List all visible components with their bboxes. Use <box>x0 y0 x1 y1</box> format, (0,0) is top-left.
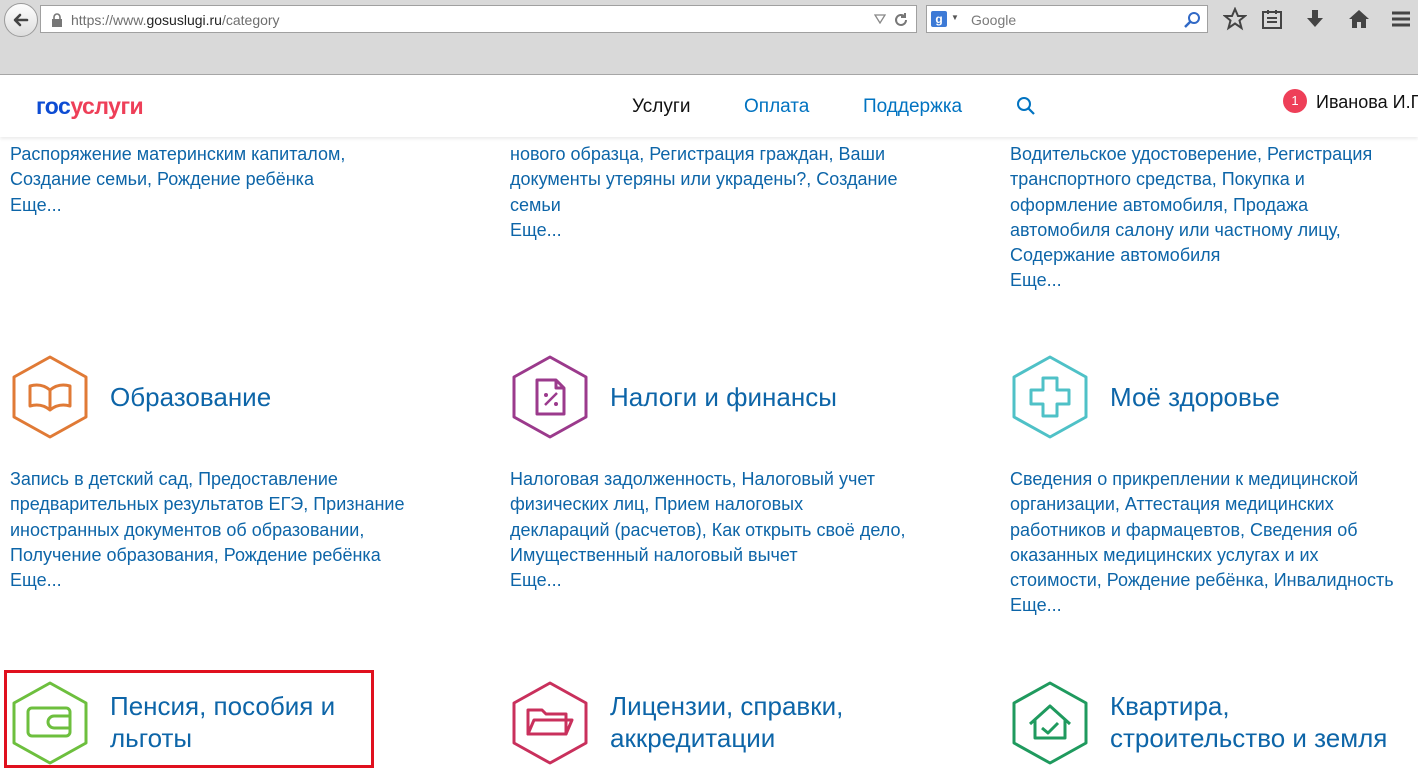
service-link[interactable]: иностранных документов об образовании, <box>10 518 404 543</box>
tax-document-icon[interactable] <box>510 354 590 440</box>
service-link[interactable]: Сведения о прикреплении к медицинской <box>1010 467 1394 492</box>
address-bar[interactable]: https://www.gosuslugi.ru/category <box>40 5 917 33</box>
title-line: Квартира, <box>1110 691 1230 721</box>
gosuslugi-logo[interactable]: госуслуги <box>36 93 144 120</box>
service-link[interactable]: Создание семьи, Рождение ребёнка <box>10 167 345 192</box>
service-link[interactable]: документы утеряны или украдены?, Создани… <box>510 167 897 192</box>
service-link[interactable]: Содержание автомобиля <box>1010 243 1372 268</box>
bookmark-star-icon[interactable] <box>1223 7 1247 31</box>
back-button[interactable] <box>4 3 38 37</box>
folder-icon[interactable] <box>510 680 590 766</box>
service-link[interactable]: организации, Аттестация медицинских <box>1010 492 1394 517</box>
highlight-frame <box>4 670 374 768</box>
more-link[interactable]: Еще... <box>10 568 404 593</box>
service-link[interactable]: Налоговая задолженность, Налоговый учет <box>510 467 905 492</box>
medical-cross-icon[interactable] <box>1010 354 1090 440</box>
title-line: Лицензии, справки, <box>610 691 844 721</box>
category-title-health[interactable]: Моё здоровье <box>1110 381 1280 413</box>
more-link[interactable]: Еще... <box>510 218 897 243</box>
nav-payment[interactable]: Оплата <box>744 96 809 118</box>
search-icon[interactable] <box>1016 96 1036 116</box>
arrow-left-icon <box>13 13 29 27</box>
download-icon[interactable] <box>1303 7 1327 31</box>
category-links-health: Сведения о прикреплении к медицинской ор… <box>1010 467 1394 619</box>
category-title-education[interactable]: Образование <box>110 381 271 413</box>
service-link[interactable]: Имущественный налоговый вычет <box>510 543 905 568</box>
clipped-text-row <box>1010 137 1410 141</box>
url-text: https://www.gosuslugi.ru/category <box>71 12 280 28</box>
home-icon[interactable] <box>1347 7 1371 31</box>
clipped-text-row <box>10 137 490 141</box>
category-links-passport: нового образца, Регистрация граждан, Ваш… <box>510 142 897 243</box>
category-title-taxes[interactable]: Налоги и финансы <box>610 381 837 413</box>
category-title-licenses[interactable]: Лицензии, справки, аккредитации <box>610 690 843 754</box>
notification-badge[interactable]: 1 <box>1283 89 1307 113</box>
service-link[interactable]: транспортного средства, Покупка и <box>1010 167 1372 192</box>
service-link[interactable]: предварительных результатов ЕГЭ, Признан… <box>10 492 404 517</box>
user-name[interactable]: Иванова И.Г. <box>1316 92 1418 113</box>
service-link[interactable]: оформление автомобиля, Продажа <box>1010 193 1372 218</box>
magnifier-icon[interactable] <box>1183 11 1201 29</box>
nav-services[interactable]: Услуги <box>632 96 690 118</box>
category-links-family: Распоряжение материнским капиталом, Созд… <box>10 142 345 218</box>
category-links-transport: Водительское удостоверение, Регистрация … <box>1010 142 1372 294</box>
reload-icon[interactable] <box>893 12 909 28</box>
engine-caret-icon[interactable]: ▼ <box>951 13 959 22</box>
service-link[interactable]: Запись в детский сад, Предоставление <box>10 467 404 492</box>
dropdown-arrow-icon[interactable] <box>874 14 886 24</box>
service-link[interactable]: деклараций (расчетов), Как открыть своё … <box>510 518 905 543</box>
service-link[interactable]: Водительское удостоверение, Регистрация <box>1010 142 1372 167</box>
service-link[interactable]: работников и фармацевтов, Сведения об <box>1010 518 1394 543</box>
bookmarks-list-icon[interactable] <box>1260 7 1284 31</box>
service-link[interactable]: автомобиля салону или частному лицу, <box>1010 218 1372 243</box>
title-line: аккредитации <box>610 723 776 753</box>
service-link[interactable]: семьи <box>510 193 897 218</box>
service-link[interactable]: Получение образования, Рождение ребёнка <box>10 543 404 568</box>
search-bar[interactable]: g ▼ Google <box>926 5 1208 33</box>
more-link[interactable]: Еще... <box>10 193 345 218</box>
category-links-taxes: Налоговая задолженность, Налоговый учет … <box>510 467 905 593</box>
google-engine-icon[interactable]: g <box>931 11 947 27</box>
site-header: госуслуги Услуги Оплата Поддержка 1 Иван… <box>0 75 1418 137</box>
category-links-education: Запись в детский сад, Предоставление пре… <box>10 467 404 593</box>
more-link[interactable]: Еще... <box>1010 593 1394 618</box>
clipped-text-row <box>510 137 990 141</box>
search-placeholder: Google <box>971 12 1017 28</box>
lock-icon <box>52 13 62 27</box>
service-link[interactable]: стоимости, Рождение ребёнка, Инвалидност… <box>1010 568 1394 593</box>
service-link[interactable]: физических лиц, Прием налоговых <box>510 492 905 517</box>
house-icon[interactable] <box>1010 680 1090 766</box>
book-icon[interactable] <box>10 354 90 440</box>
browser-toolbar: https://www.gosuslugi.ru/category g ▼ Go… <box>0 0 1418 75</box>
more-link[interactable]: Еще... <box>1010 268 1372 293</box>
service-link[interactable]: Распоряжение материнским капиталом, <box>10 142 345 167</box>
service-link[interactable]: нового образца, Регистрация граждан, Ваш… <box>510 142 897 167</box>
service-link[interactable]: оказанных медицинских услугах и их <box>1010 543 1394 568</box>
category-title-housing[interactable]: Квартира, строительство и земля <box>1110 690 1387 754</box>
menu-icon[interactable] <box>1389 7 1413 31</box>
nav-support[interactable]: Поддержка <box>863 96 962 118</box>
title-line: строительство и земля <box>1110 723 1388 753</box>
more-link[interactable]: Еще... <box>510 568 905 593</box>
